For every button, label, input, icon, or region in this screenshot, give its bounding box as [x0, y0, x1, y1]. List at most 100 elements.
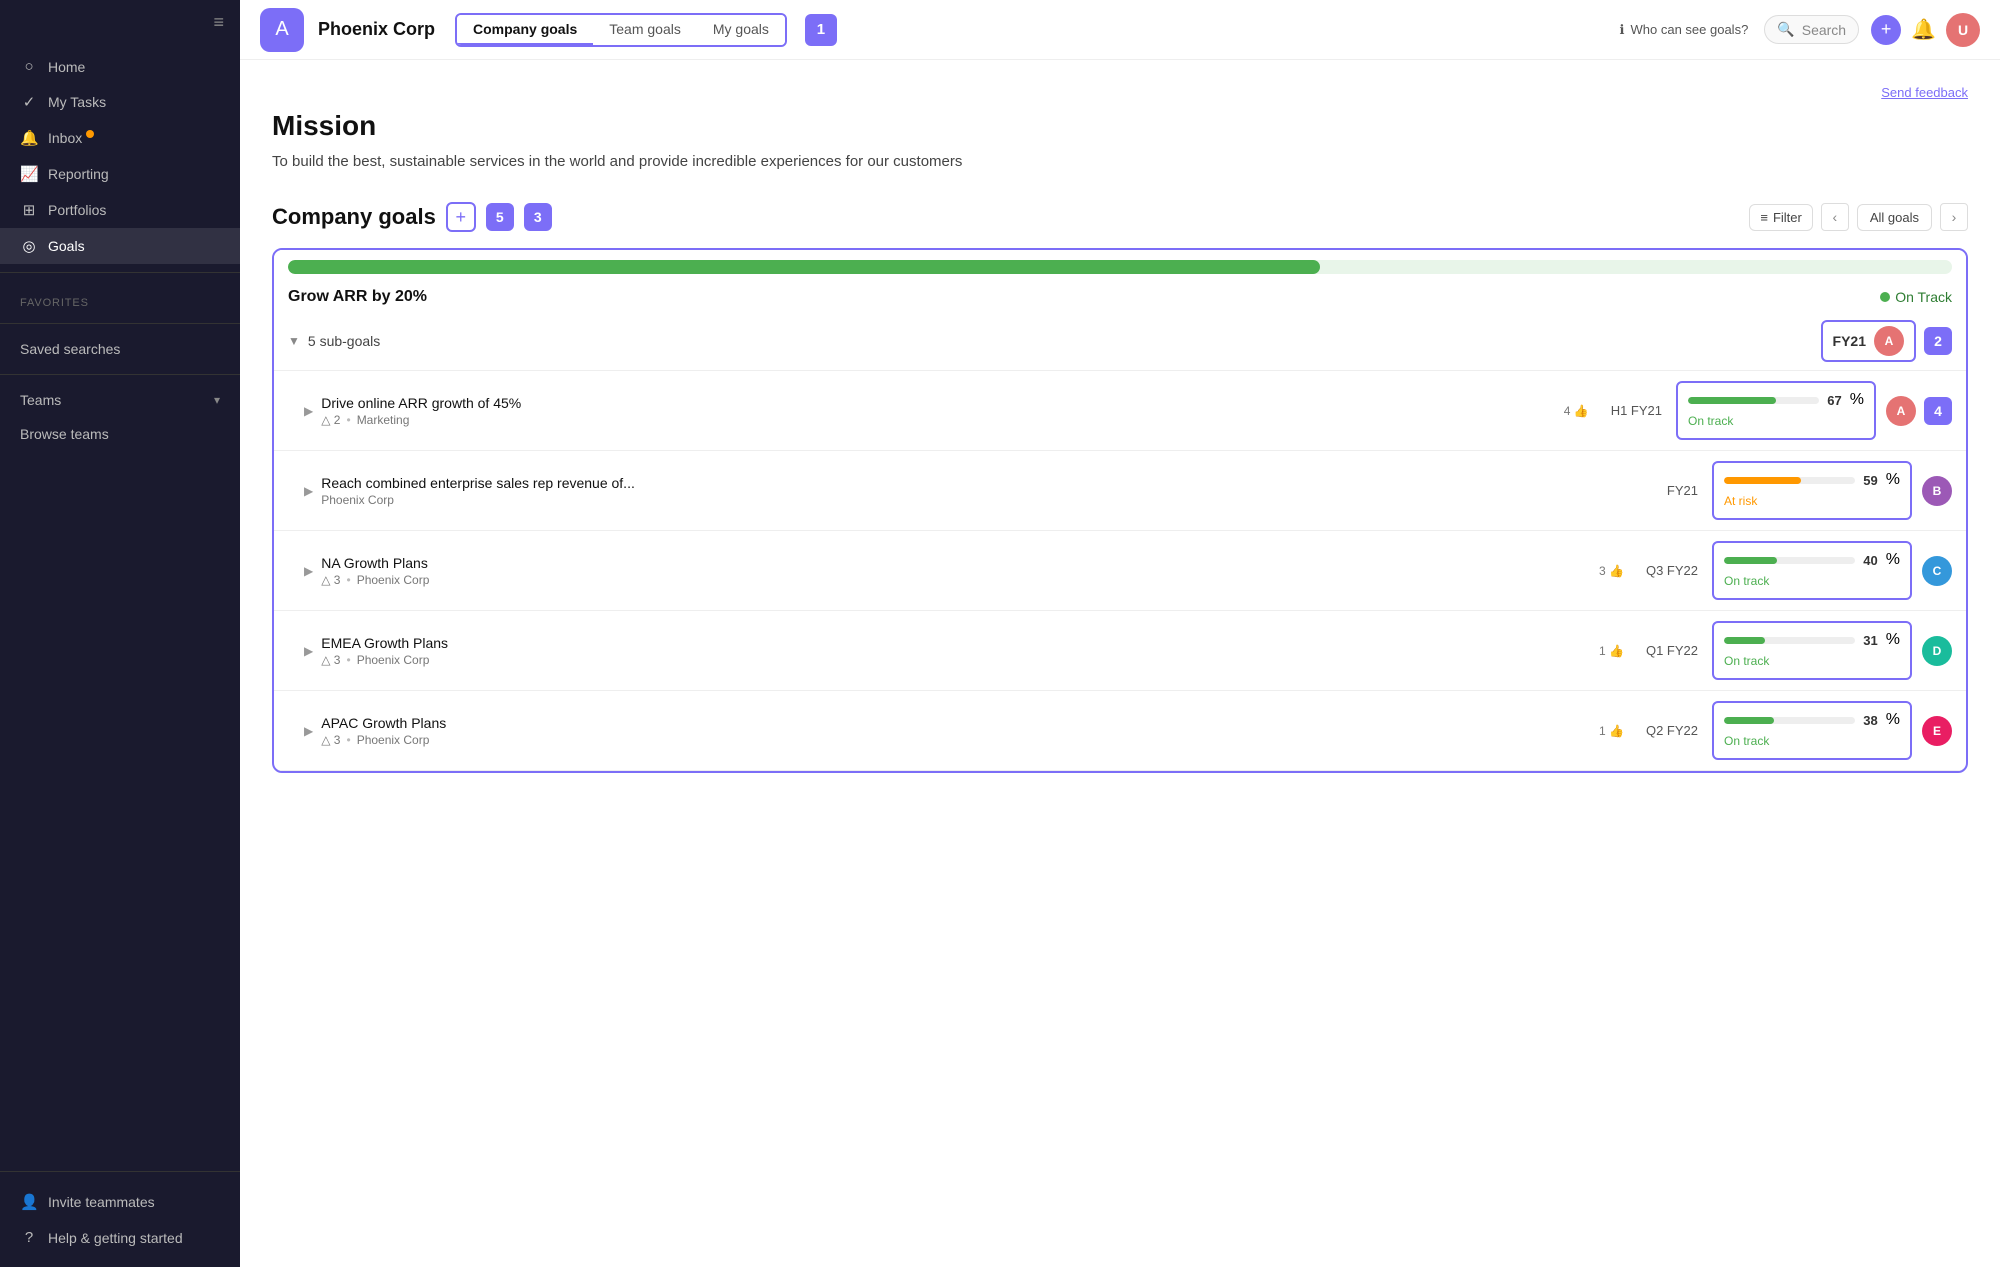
expand-icon[interactable]: ▶ — [304, 404, 313, 418]
sidebar-item-label: Portfolios — [48, 202, 106, 218]
sidebar-item-my-tasks[interactable]: ✓ My Tasks — [0, 84, 240, 120]
sidebar-item-label: My Tasks — [48, 94, 106, 110]
subgoal-period: FY21 — [1667, 483, 1698, 498]
progress-pct: 38 — [1863, 713, 1877, 728]
warning-count: △ 3 — [321, 653, 340, 667]
filter-button[interactable]: ≡ Filter — [1749, 204, 1812, 231]
like-count: 1 👍 — [1599, 724, 1624, 738]
notification-icon[interactable]: 🔔 — [1911, 17, 1936, 42]
subgoal-avatar: C — [1922, 556, 1952, 586]
sidebar-item-goals[interactable]: ◎ Goals — [0, 228, 240, 264]
subgoal-period: Q2 FY22 — [1646, 723, 1698, 738]
sidebar-item-reporting[interactable]: 📈 Reporting — [0, 156, 240, 192]
inbox-badge — [86, 130, 94, 138]
subgoal-period: Q3 FY22 — [1646, 563, 1698, 578]
progress-pct: 40 — [1863, 553, 1877, 568]
subgoal-avatar: D — [1922, 636, 1952, 666]
user-avatar[interactable]: U — [1946, 13, 1980, 47]
sidebar-item-saved-searches[interactable]: Saved searches — [0, 332, 240, 366]
search-placeholder: Search — [1802, 22, 1846, 38]
invite-icon: 👤 — [20, 1193, 38, 1211]
goal-owner-avatar: A — [1874, 326, 1904, 356]
subgoal-name: Drive online ARR growth of 45% — [321, 395, 1556, 411]
sidebar-divider-1 — [0, 272, 240, 273]
sidebar-top: ≡ — [0, 0, 240, 45]
sidebar-nav: ○ Home ✓ My Tasks 🔔 Inbox 📈 Reporting ⊞ … — [0, 45, 240, 1171]
status-label: On track — [1724, 654, 1769, 668]
subgoal-owner: Phoenix Corp — [357, 573, 430, 587]
expand-icon[interactable]: ▶ — [304, 484, 313, 498]
subgoal-owner: Phoenix Corp — [321, 493, 394, 507]
status-dot — [1880, 292, 1890, 302]
sidebar-item-browse-teams[interactable]: Browse teams — [0, 417, 240, 451]
add-goal-button[interactable]: + — [446, 202, 476, 232]
company-logo: A — [260, 8, 304, 52]
header: A Phoenix Corp Company goals Team goals … — [240, 0, 2000, 60]
content-area: Send feedback Mission To build the best,… — [240, 60, 2000, 1267]
subgoal-row: ▶ Drive online ARR growth of 45% △ 2 • M… — [274, 371, 1966, 451]
tab-company-goals[interactable]: Company goals — [457, 15, 593, 45]
next-arrow-button[interactable]: › — [1940, 203, 1968, 231]
expand-icon[interactable]: ▶ — [304, 564, 313, 578]
inbox-icon: 🔔 — [20, 129, 38, 147]
progress-pct: 67 — [1827, 393, 1841, 408]
add-button[interactable]: + — [1871, 15, 1901, 45]
subgoal-rows: ▶ Drive online ARR growth of 45% △ 2 • M… — [274, 370, 1966, 771]
sidebar-item-label: Inbox — [48, 130, 82, 146]
invite-teammates-button[interactable]: 👤 Invite teammates — [0, 1184, 240, 1220]
subgoal-progress: 67 % On track — [1676, 381, 1876, 440]
sidebar-item-home[interactable]: ○ Home — [0, 49, 240, 84]
filter-icon: ≡ — [1760, 210, 1768, 225]
sidebar-bottom: 👤 Invite teammates ? Help & getting star… — [0, 1171, 240, 1267]
saved-searches-label: Saved searches — [20, 341, 120, 357]
home-icon: ○ — [20, 58, 38, 75]
who-can-see-button[interactable]: ℹ Who can see goals? — [1620, 22, 1749, 38]
feedback-area: Send feedback — [272, 84, 1968, 102]
portfolios-icon: ⊞ — [20, 201, 38, 219]
sidebar-item-portfolios[interactable]: ⊞ Portfolios — [0, 192, 240, 228]
add-icon: + — [1881, 19, 1892, 40]
sidebar-item-inbox[interactable]: 🔔 Inbox — [0, 120, 240, 156]
subgoal-name: Reach combined enterprise sales rep reve… — [321, 475, 1653, 491]
sidebar-item-label: Goals — [48, 238, 85, 254]
subgoal-progress: 40 % On track — [1712, 541, 1912, 600]
fy-badge: FY21 A — [1821, 320, 1916, 362]
progress-bar-row — [274, 250, 1966, 284]
like-count: 4 👍 — [1564, 404, 1589, 418]
subgoal-avatar: B — [1922, 476, 1952, 506]
chevron-down-icon: ▾ — [214, 393, 220, 407]
sidebar-divider-2 — [0, 323, 240, 324]
main-goal-name: Grow ARR by 20% — [288, 288, 427, 306]
help-button[interactable]: ? Help & getting started — [0, 1220, 240, 1255]
step-badge-4: 4 — [1924, 397, 1952, 425]
send-feedback-link[interactable]: Send feedback — [1881, 85, 1968, 100]
subgoal-row: ▶ EMEA Growth Plans △ 3 • Phoenix Corp 1… — [274, 611, 1966, 691]
section-header: Company goals + 5 3 ≡ Filter ‹ All goals… — [272, 202, 1968, 232]
warning-count: △ 3 — [321, 733, 340, 747]
prev-arrow-button[interactable]: ‹ — [1821, 203, 1849, 231]
subgoal-avatar: A — [1886, 396, 1916, 426]
help-icon: ? — [20, 1229, 38, 1246]
company-name: Phoenix Corp — [318, 19, 435, 40]
subgoal-name: APAC Growth Plans — [321, 715, 1591, 731]
subgoal-avatar: E — [1922, 716, 1952, 746]
sidebar-item-teams[interactable]: Teams ▾ — [0, 383, 240, 417]
mission-title: Mission — [272, 110, 1968, 142]
fy-text: FY21 — [1833, 333, 1866, 349]
sidebar-toggle-icon[interactable]: ≡ — [213, 12, 224, 33]
expand-icon[interactable]: ▶ — [304, 724, 313, 738]
subgoal-row: ▶ NA Growth Plans △ 3 • Phoenix Corp 3 👍… — [274, 531, 1966, 611]
search-icon: 🔍 — [1777, 21, 1794, 38]
subgoal-name: NA Growth Plans — [321, 555, 1591, 571]
tab-team-goals[interactable]: Team goals — [593, 15, 697, 45]
info-icon: ℹ — [1620, 22, 1625, 38]
subgoals-row: ▼ 5 sub-goals FY21 A 2 — [274, 314, 1966, 370]
subgoal-progress: 59 % At risk — [1712, 461, 1912, 520]
status-label: On track — [1724, 574, 1769, 588]
tab-my-goals[interactable]: My goals — [697, 15, 785, 45]
search-bar[interactable]: 🔍 Search — [1764, 15, 1859, 44]
expand-icon[interactable]: ▼ — [288, 334, 300, 348]
progress-fill — [288, 260, 1320, 274]
all-goals-button[interactable]: All goals — [1857, 204, 1932, 231]
expand-icon[interactable]: ▶ — [304, 644, 313, 658]
